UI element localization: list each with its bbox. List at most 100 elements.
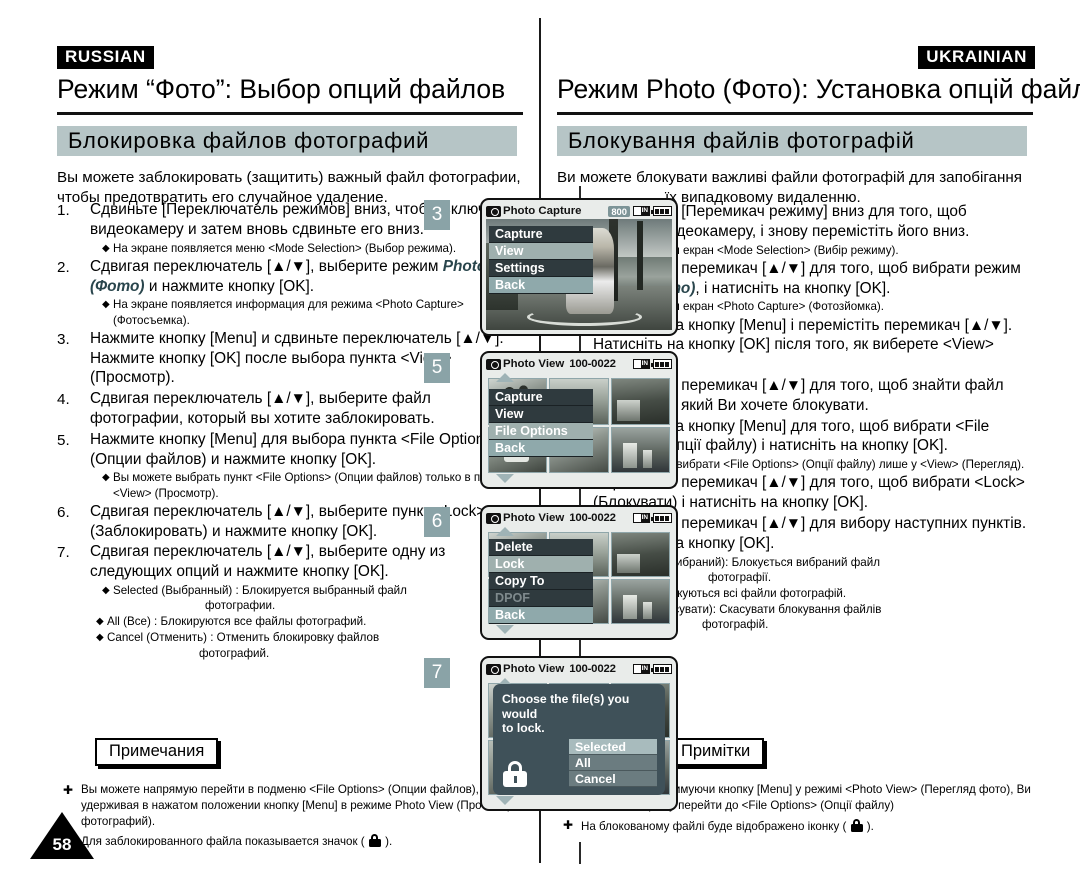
step-item: 6. Сдвигая переключатель [▲/▼], выберите… <box>57 502 527 542</box>
step-text-post: , і натисніть на кнопку [OK]. <box>695 279 891 297</box>
thumbnail[interactable] <box>610 426 670 473</box>
lcd-file-number: 100-0022 <box>569 358 616 370</box>
scroll-down-arrow-icon[interactable] <box>496 796 514 805</box>
note-text-post: ). <box>381 835 393 849</box>
menu-item-back[interactable]: Back <box>489 277 593 294</box>
note-item: ✚ На блокованому файлі буде відображено … <box>557 817 1035 835</box>
thumbnail[interactable] <box>610 579 670 624</box>
menu-item-view[interactable]: View <box>489 243 593 260</box>
lock-icon <box>503 761 527 787</box>
page-number-badge: 58 <box>30 812 94 859</box>
intro-line-1-ukrainian: Ви можете блокувати важливі файли фотогр… <box>557 169 1022 186</box>
scroll-up-arrow-icon[interactable] <box>496 373 514 382</box>
menu-item-back[interactable]: Back <box>489 440 593 457</box>
lock-confirm-dialog: Choose the file(s) you would to lock. Se… <box>493 684 665 795</box>
lcd-screen-7: 7 Photo View 100-0022 IN Choose the file… <box>424 656 678 811</box>
option-bullet: ◆ Cancel (Отменить) : Отменить блокировк… <box>90 630 527 660</box>
diamond-bullet-icon: ◆ <box>102 299 110 311</box>
dialog-button-selected[interactable]: Selected <box>569 739 657 755</box>
menu-item-file-options[interactable]: File Options <box>489 423 593 440</box>
lcd-title: Photo View <box>503 663 565 675</box>
menu-item-view[interactable]: View <box>489 406 593 423</box>
lcd-display: Photo View 100-0022 IN Delete Lock Copy … <box>480 505 678 640</box>
dialog-button-cancel[interactable]: Cancel <box>569 771 657 787</box>
dialog-message-line-2: to lock. <box>502 721 545 736</box>
screen-connector <box>579 640 581 656</box>
menu-item-settings[interactable]: Settings <box>489 260 593 277</box>
option-bullet-main: Selected (Выбранный) : Блокируется выбра… <box>113 583 407 597</box>
step-text: Нажмите кнопку [Menu] для выбора пункта … <box>90 430 502 468</box>
step-bullet: ◆ Вы можете выбрать пункт <File Options>… <box>90 470 527 500</box>
note-text: Вы можете напрямую перейти в подменю <Fi… <box>81 783 514 828</box>
language-tag-russian: RUSSIAN <box>57 46 154 69</box>
memory-icon: IN <box>633 513 650 523</box>
screen-connector <box>579 842 581 864</box>
title-underline-russian <box>57 112 523 115</box>
memory-label: IN <box>640 360 649 368</box>
step-item: 4. Сдвигая переключатель [▲/▼], выберите… <box>57 389 527 429</box>
step-item: 7. Сдвигая переключатель [▲/▼], выберите… <box>57 542 527 661</box>
intro-line-1-russian: Вы можете заблокировать (защитить) важны… <box>57 169 521 186</box>
dialog-button-all[interactable]: All <box>569 755 657 771</box>
step-bullet: ◆ На экране появляется информация для ре… <box>90 297 527 327</box>
thumbnail[interactable] <box>610 378 670 425</box>
step-text-post: и нажмите кнопку [OK]. <box>144 277 315 295</box>
menu-item-copy-to[interactable]: Copy To <box>489 573 593 590</box>
thumbnail[interactable] <box>610 532 670 577</box>
menu-item-lock[interactable]: Lock <box>489 556 593 573</box>
step-item: 2. Сдвигая переключатель [▲/▼], выберите… <box>57 257 527 328</box>
lcd-menu: Delete Lock Copy To DPOF Back <box>489 539 593 624</box>
lcd-display: Photo Capture 800 IN Capture View Settin… <box>480 198 678 336</box>
step-text: Сдвигая переключатель [▲/▼], выберите ре… <box>90 257 527 297</box>
lock-icon <box>850 818 863 832</box>
lcd-title: Photo View <box>503 358 565 370</box>
step-text: Сдвигая переключатель [▲/▼], выберите фа… <box>90 390 435 427</box>
screen-connector <box>579 489 581 505</box>
photo-mode-icon <box>486 205 501 217</box>
menu-item-back[interactable]: Back <box>489 607 593 624</box>
step-item: 3. Нажмите кнопку [Menu] и сдвиньте пере… <box>57 329 527 388</box>
step-number: 6. <box>57 503 70 521</box>
photo-mode-icon <box>486 512 501 524</box>
option-bullet: ◆ All (Все) : Блокируются все файлы фото… <box>90 614 527 629</box>
title-underline-ukrainian <box>557 112 1033 115</box>
lcd-screen-5: 5 Photo View 100-0022 IN Capture View Fi… <box>424 351 678 489</box>
note-item: ✚ Для заблокированного файла показываетс… <box>57 832 527 850</box>
cross-bullet-icon: ✚ <box>563 817 574 832</box>
memory-icon: IN <box>633 206 650 216</box>
lcd-title: Photo View <box>503 512 565 524</box>
lcd-menu: Capture View File Options Back <box>489 389 593 457</box>
memory-icon: IN <box>633 664 650 674</box>
section-heading-russian: Блокировка файлов фотографий <box>57 126 517 156</box>
lcd-header: Photo View 100-0022 IN <box>486 356 672 372</box>
step-number: 7. <box>57 544 70 562</box>
battery-icon <box>651 359 672 369</box>
lcd-display: Photo View 100-0022 IN Choose the file(s… <box>480 656 678 811</box>
diamond-bullet-icon: ◆ <box>96 632 104 644</box>
lcd-display: Photo View 100-0022 IN Capture View File… <box>480 351 678 489</box>
lcd-header: Photo View 100-0022 IN <box>486 661 672 677</box>
page-number: 58 <box>52 835 72 854</box>
note-item: ✚ Вы можете напрямую перейти в подменю <… <box>57 782 527 829</box>
note-text: Для заблокированного файла показывается … <box>81 832 527 850</box>
scroll-down-arrow-icon[interactable] <box>496 625 514 634</box>
scroll-up-arrow-icon[interactable] <box>496 527 514 536</box>
lcd-screen-6: 6 Photo View 100-0022 IN Delete Lock Cop… <box>424 505 678 640</box>
step-bullet-text: На экране появляется информация для режи… <box>113 298 464 327</box>
option-bullet-indent: фотографії. <box>708 570 772 584</box>
step-number: 3. <box>57 330 70 348</box>
lock-icon <box>368 834 381 848</box>
note-text: На блокованому файлі буде відображено ік… <box>581 817 1035 835</box>
scroll-down-arrow-icon[interactable] <box>496 474 514 483</box>
menu-item-capture[interactable]: Capture <box>489 389 593 406</box>
note-text-pre: На блокованому файлі буде відображено ік… <box>581 819 850 833</box>
step-number: 1. <box>57 202 70 219</box>
menu-item-delete[interactable]: Delete <box>489 539 593 556</box>
language-tag-ukrainian: UKRAINIAN <box>918 46 1035 69</box>
menu-item-capture[interactable]: Capture <box>489 226 593 243</box>
notes-label-russian: Примечания <box>95 738 219 766</box>
diamond-bullet-icon: ◆ <box>96 616 104 628</box>
option-bullet-text: Cancel (Отменить) : Отменить блокировку … <box>107 630 527 660</box>
step-badge-3: 3 <box>424 200 450 230</box>
step-bullet: ◆ На экране появляется меню <Mode Select… <box>90 241 527 256</box>
